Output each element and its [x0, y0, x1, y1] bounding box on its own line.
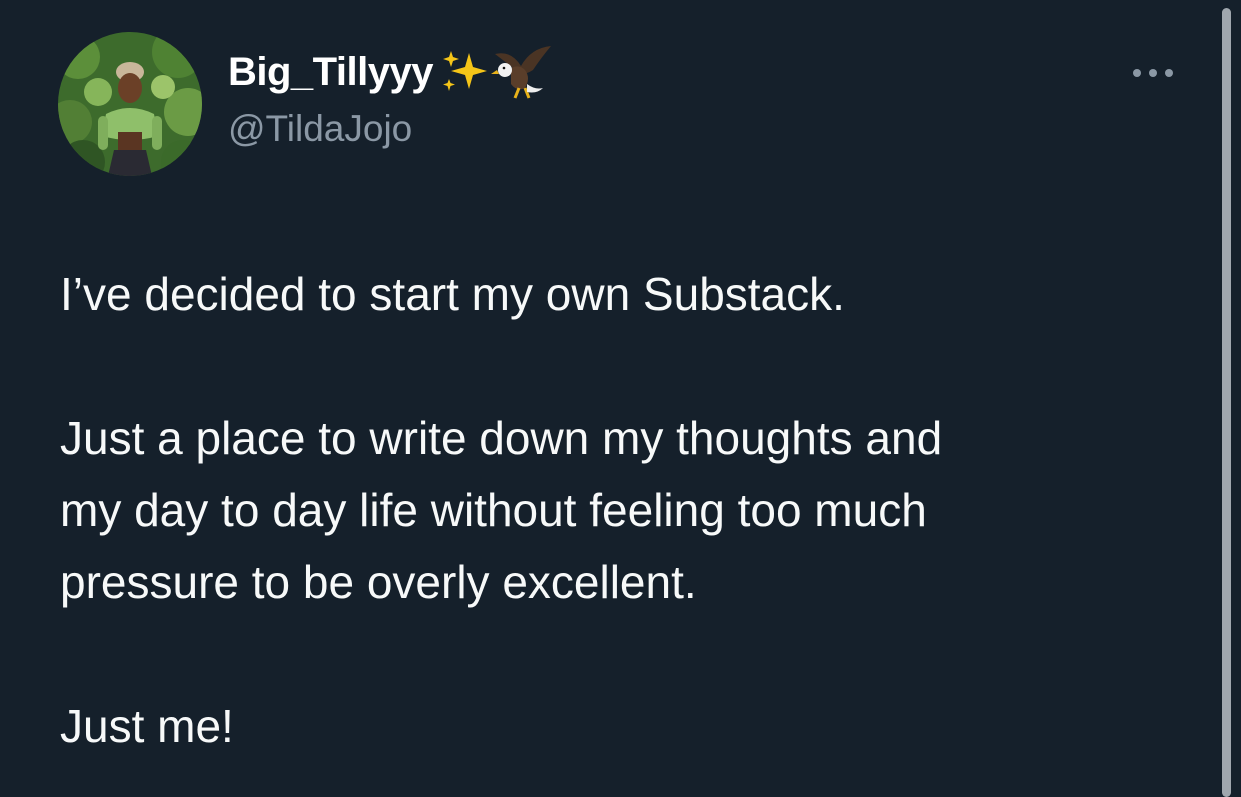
display-name[interactable]: Big_Tillyyy [228, 50, 433, 95]
tweet-text-line: Just a place to write down my thoughts a… [60, 412, 943, 464]
tweet-text-line: pressure to be overly excellent. [60, 556, 697, 608]
eagle-icon [490, 44, 553, 100]
tweet-text: I’ve decided to start my own Substack. J… [60, 258, 1180, 762]
sparkles-icon [439, 49, 491, 95]
tweet-text-line: Just me! [60, 700, 234, 752]
username[interactable]: @TildaJojo [228, 108, 412, 150]
avatar-photo [58, 32, 202, 176]
more-options-button[interactable] [1128, 58, 1178, 88]
tweet-card: Big_Tillyyy @TildaJojo I’ve decided to s… [0, 0, 1241, 797]
tweet-text-line: I’ve decided to start my own Substack. [60, 268, 845, 320]
more-dots-icon [1133, 69, 1173, 77]
avatar[interactable] [58, 32, 202, 176]
tweet-text-line: my day to day life without feeling too m… [60, 484, 927, 536]
scrollbar[interactable] [1222, 8, 1231, 797]
display-name-row: Big_Tillyyy [228, 42, 553, 102]
